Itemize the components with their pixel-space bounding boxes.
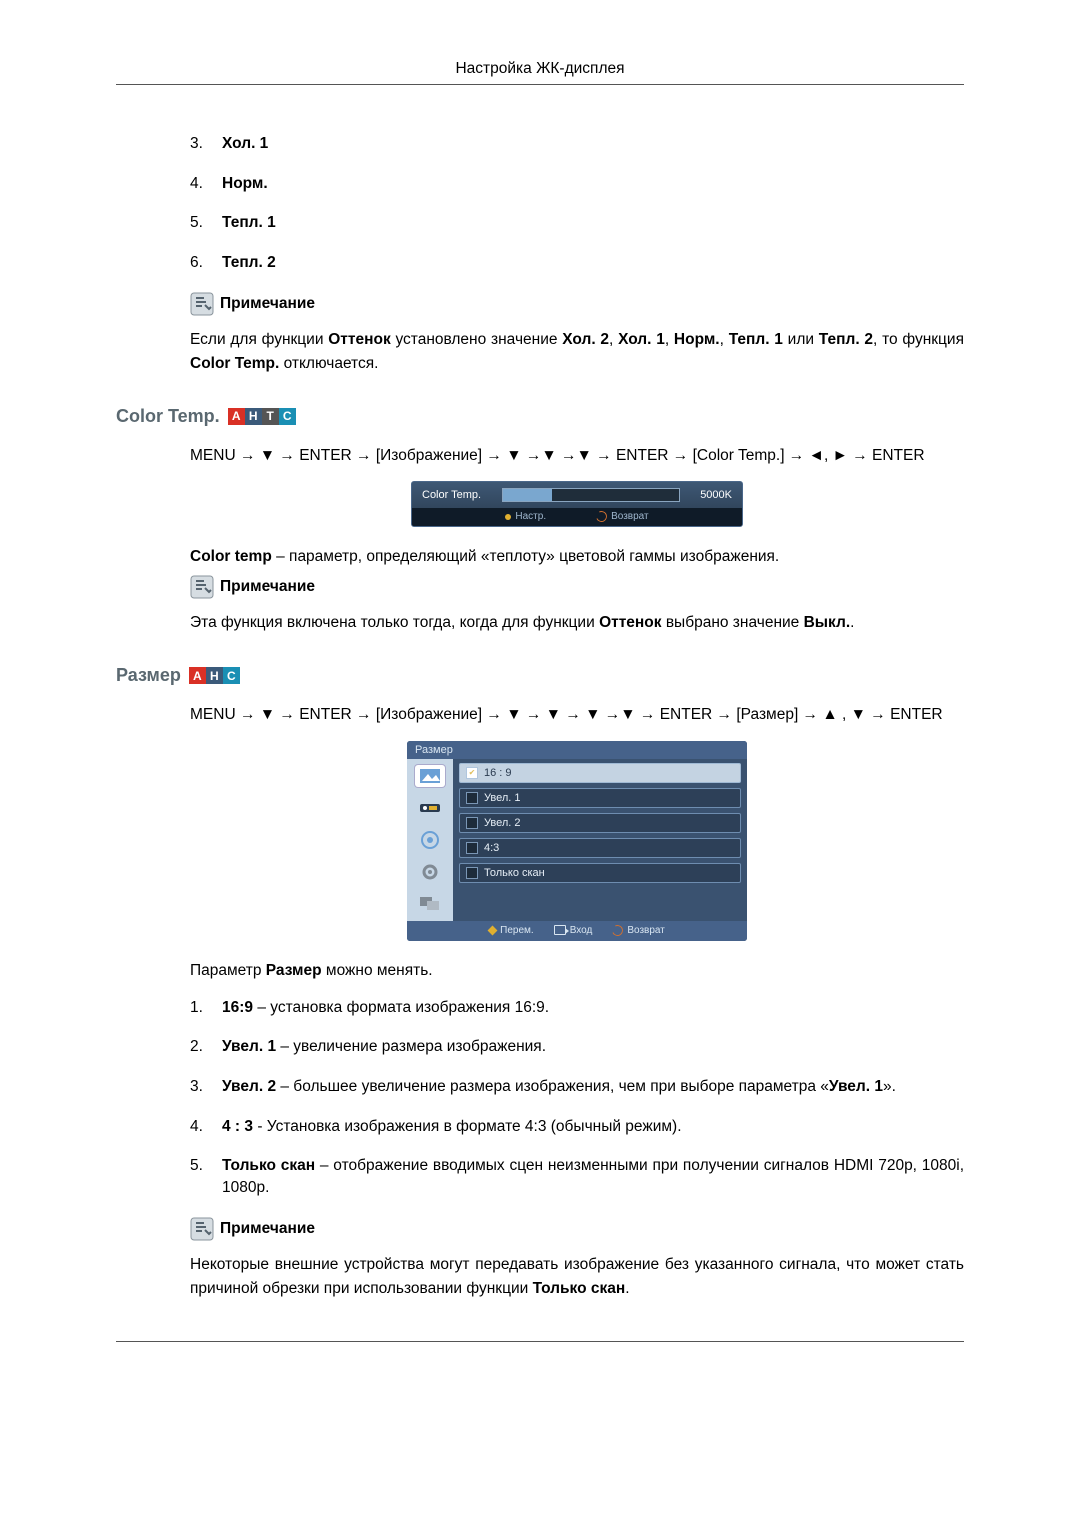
move-icon <box>488 925 498 935</box>
note-text: Некоторые внешние устройства могут перед… <box>190 1253 964 1301</box>
adjust-icon <box>505 514 511 520</box>
list-item: 6. Тепл. 2 <box>190 252 964 274</box>
check-icon: ✔ <box>466 767 478 779</box>
tone-list: 3. Хол. 1 4. Норм. 5. Тепл. 1 6. Тепл. 2 <box>190 133 964 274</box>
section-title-size: Размер A H C <box>116 665 964 686</box>
badge-c-icon: C <box>279 408 296 425</box>
list-item: 3. Увел. 2 – большее увеличение размера … <box>190 1076 964 1098</box>
input-badges: A H T C <box>228 408 296 425</box>
note-heading: Примечание <box>190 575 964 599</box>
footer-rule <box>116 1341 964 1342</box>
check-icon <box>466 867 478 879</box>
osd-menu-options: ✔16 : 9 Увел. 1 Увел. 2 4:3 Только скан <box>453 759 747 921</box>
osd-option: Только скан <box>459 863 741 883</box>
note-label: Примечание <box>220 295 315 313</box>
check-icon <box>466 792 478 804</box>
note-label: Примечание <box>220 578 315 596</box>
document-page: Настройка ЖК-дисплея 3. Хол. 1 4. Норм. … <box>0 0 1080 1527</box>
badge-h-icon: H <box>245 408 262 425</box>
note-icon <box>190 292 214 316</box>
size-list: 1. 16:9 – установка формата изображения … <box>190 997 964 1199</box>
osd-option: ✔16 : 9 <box>459 763 741 783</box>
note-icon <box>190 575 214 599</box>
badge-c-icon: C <box>223 667 240 684</box>
header-rule <box>116 84 964 85</box>
sound-tab-icon <box>415 829 445 851</box>
return-icon <box>611 923 625 937</box>
content-area: 3. Хол. 1 4. Норм. 5. Тепл. 1 6. Тепл. 2 <box>116 133 964 1301</box>
list-item: 4. 4 : 3 - Установка изображения в форма… <box>190 1116 964 1138</box>
badge-a-icon: A <box>189 667 206 684</box>
note-heading: Примечание <box>190 292 964 316</box>
size-intro: Параметр Размер можно менять. <box>190 959 964 983</box>
osd-color-temp-screenshot: Color Temp. 5000K Настр. Возврат <box>411 481 743 527</box>
list-item: 3. Хол. 1 <box>190 133 964 155</box>
osd-menu-sidebar <box>407 759 453 921</box>
note-icon <box>190 1217 214 1241</box>
list-item: 1. 16:9 – установка формата изображения … <box>190 997 964 1019</box>
badge-t-icon: T <box>262 408 279 425</box>
list-item: 5. Только скан – отображение вводимых сц… <box>190 1155 964 1198</box>
menu-path-color-temp: MENU → ▼ → ENTER → [Изображение] → ▼ →▼ … <box>190 443 964 469</box>
input-tab-icon <box>415 797 445 819</box>
osd-option: Увел. 1 <box>459 788 741 808</box>
note-text: Эта функция включена только тогда, когда… <box>190 611 964 635</box>
badge-a-icon: A <box>228 408 245 425</box>
osd-option: 4:3 <box>459 838 741 858</box>
list-item: 2. Увел. 1 – увеличение размера изображе… <box>190 1036 964 1058</box>
osd-slider-value: 5000K <box>690 489 732 501</box>
multi-tab-icon <box>415 893 445 915</box>
picture-tab-icon <box>415 765 445 787</box>
enter-icon <box>554 925 566 935</box>
osd-size-screenshot: Размер <box>407 741 747 941</box>
note-heading: Примечание <box>190 1217 964 1241</box>
page-header-title: Настройка ЖК-дисплея <box>116 60 964 78</box>
check-icon <box>466 817 478 829</box>
osd-slider-bar <box>502 488 680 502</box>
list-item: 4. Норм. <box>190 173 964 195</box>
osd-menu-title: Размер <box>407 741 747 759</box>
note-text: Если для функции Оттенок установлено зна… <box>190 328 964 376</box>
badge-h-icon: H <box>206 667 223 684</box>
return-icon <box>595 510 609 524</box>
setup-tab-icon <box>415 861 445 883</box>
check-icon <box>466 842 478 854</box>
menu-path-size: MENU → ▼ → ENTER → [Изображение] → ▼ → ▼… <box>190 702 964 728</box>
list-item: 5. Тепл. 1 <box>190 212 964 234</box>
color-temp-description: Color temp – параметр, определяющий «теп… <box>190 545 964 569</box>
osd-slider-label: Color Temp. <box>422 489 492 501</box>
osd-option: Увел. 2 <box>459 813 741 833</box>
note-label: Примечание <box>220 1220 315 1238</box>
section-title-color-temp: Color Temp. A H T C <box>116 406 964 427</box>
input-badges: A H C <box>189 667 240 684</box>
